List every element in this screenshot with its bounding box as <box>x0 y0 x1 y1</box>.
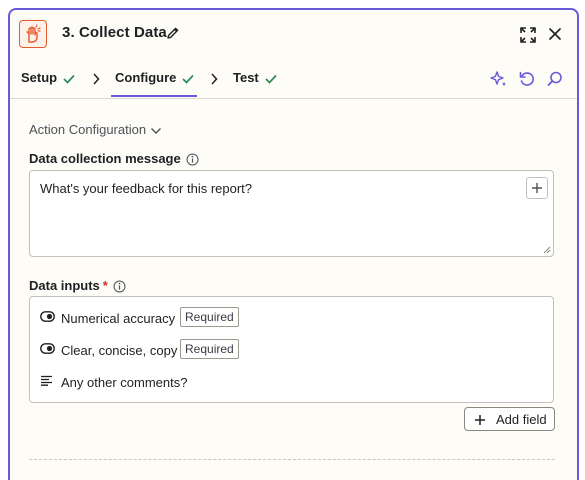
pencil-icon[interactable] <box>166 26 180 40</box>
chevron-right-icon <box>93 73 100 85</box>
data-inputs-list: Numerical accuracy Required Clear, conci… <box>29 296 554 403</box>
required-badge: Required <box>180 339 239 359</box>
text-lines-icon <box>41 375 52 386</box>
inputs-label-row: Data inputs * <box>29 278 126 293</box>
add-field-button[interactable]: Add field <box>464 407 555 431</box>
plus-icon <box>475 415 485 425</box>
ai-sparkle-icon[interactable] <box>490 70 508 88</box>
hand-icon <box>26 24 41 43</box>
add-field-label: Add field <box>496 412 547 427</box>
tab-test[interactable]: Test <box>233 70 277 85</box>
check-icon <box>63 74 75 84</box>
tab-label: Test <box>233 70 259 85</box>
check-icon <box>182 74 195 84</box>
refresh-icon[interactable] <box>518 70 536 88</box>
message-label: Data collection message <box>29 151 181 166</box>
expand-icon[interactable] <box>519 26 537 44</box>
close-icon[interactable] <box>548 27 562 41</box>
step-title: 3. Collect Data <box>62 24 167 41</box>
toggle-icon <box>40 311 55 322</box>
step-tabs: Setup Configure Test <box>10 59 577 99</box>
step-panel: 3. Collect Data Setup Configure Test Act… <box>8 8 579 480</box>
tab-configure[interactable]: Configure <box>115 70 195 85</box>
tab-label: Configure <box>115 70 177 85</box>
required-star: * <box>102 278 108 293</box>
input-label: Clear, concise, copy <box>61 343 178 358</box>
panel-header: 3. Collect Data <box>10 10 577 59</box>
action-configuration-toggle[interactable]: Action Configuration <box>29 122 162 137</box>
message-textarea[interactable]: What's your feedback for this report? <box>29 170 554 257</box>
message-label-row: Data collection message <box>29 151 199 166</box>
resize-grip-icon[interactable] <box>543 246 551 254</box>
input-label: Any other comments? <box>61 375 188 390</box>
section-divider <box>29 459 555 460</box>
required-badge: Required <box>180 307 239 327</box>
section-label: Action Configuration <box>29 122 147 137</box>
info-icon[interactable] <box>186 153 199 166</box>
chevron-right-icon <box>211 73 218 85</box>
tab-setup[interactable]: Setup <box>21 70 75 85</box>
inputs-label: Data inputs <box>29 278 100 293</box>
check-icon <box>265 74 277 84</box>
input-label: Numerical accuracy <box>61 311 176 326</box>
plus-icon <box>532 183 542 193</box>
chevron-down-icon <box>151 127 162 134</box>
info-icon[interactable] <box>113 280 126 293</box>
toggle-icon <box>40 343 55 354</box>
app-icon <box>19 20 47 48</box>
active-tab-indicator <box>111 95 197 97</box>
search-icon[interactable] <box>546 70 564 88</box>
insert-data-button[interactable] <box>526 177 548 199</box>
message-value: What's your feedback for this report? <box>40 181 253 196</box>
tab-label: Setup <box>21 70 58 85</box>
